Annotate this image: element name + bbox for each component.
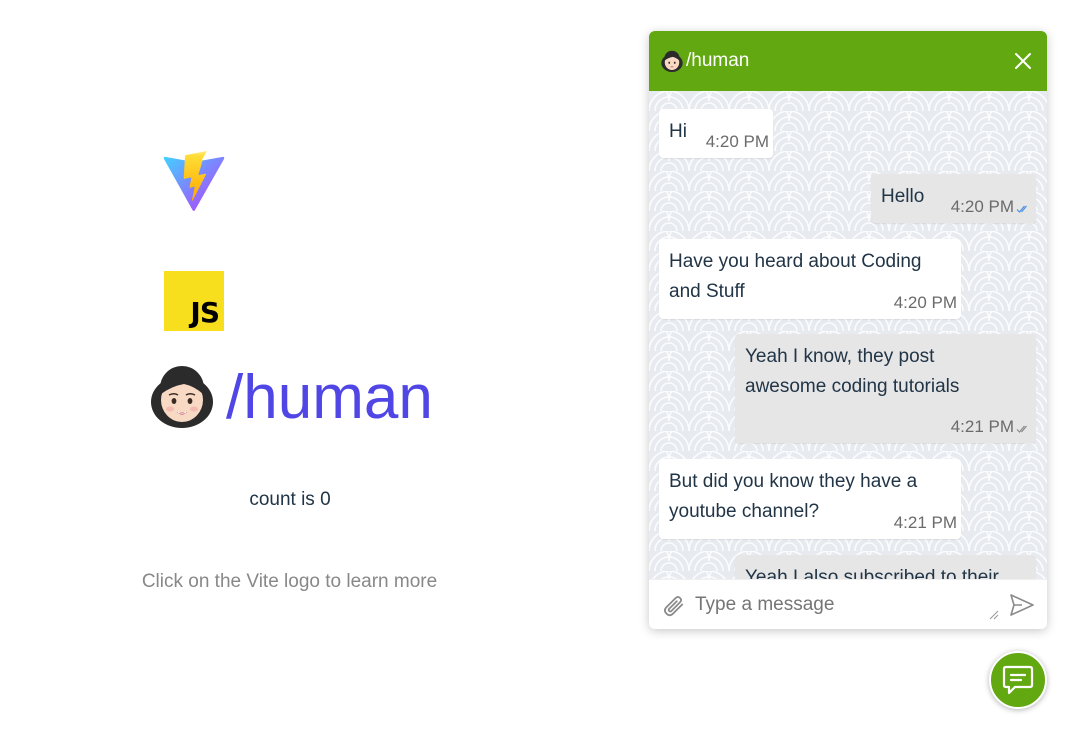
chat-title: /human [686, 50, 750, 71]
delivered-receipt-icon [1016, 425, 1027, 433]
resize-handle-icon[interactable] [989, 610, 999, 620]
message-text-line: Have you heard about Coding [669, 251, 922, 272]
vite-logo-icon[interactable] [163, 150, 225, 212]
message-text: Hello [881, 186, 925, 207]
count-button[interactable]: count is 0 [228, 482, 352, 518]
chat-header: /human [649, 31, 1047, 91]
js-logo-text: JS [190, 296, 220, 329]
message-text: Hi [669, 121, 687, 142]
message-incoming: Hi 4:20 PM [659, 109, 773, 158]
message-incoming: But did you know they have a youtube cha… [659, 459, 961, 539]
attach-button[interactable] [659, 591, 687, 619]
close-icon [1015, 53, 1031, 69]
message-time: 4:20 PM [893, 293, 957, 312]
message-composer [649, 579, 1047, 629]
message-text-line: awesome coding tutorials [745, 376, 960, 397]
message-text-line: Yeah I know, they post [745, 346, 935, 367]
message-text-line: But did you know they have a [669, 471, 918, 492]
message-list[interactable]: Hi 4:20 PM Hello 4:20 PM Have you heard … [649, 91, 1047, 579]
message-incoming: Have you heard about Coding and Stuff 4:… [659, 239, 961, 319]
message-text: Yeah I also subscribed to their [745, 567, 999, 579]
message-time: 4:21 PM [893, 513, 957, 532]
woman-face-icon [661, 50, 683, 72]
message-outgoing: Hello 4:20 PM [871, 174, 1036, 223]
message-time: 4:21 PM [950, 417, 1014, 436]
message-outgoing: Yeah I also subscribed to their [735, 555, 1036, 579]
hint-text: Click on the Vite logo to learn more [141, 571, 438, 592]
close-button[interactable] [1005, 43, 1041, 79]
message-time: 4:20 PM [705, 132, 769, 151]
message-outgoing: Yeah I know, they post awesome coding tu… [735, 334, 1036, 443]
chat-launcher-button[interactable] [989, 651, 1047, 709]
paperclip-icon [664, 595, 684, 616]
page-title: /human [226, 363, 433, 432]
page: JS /human count is 0 Click on the Vite l… [0, 0, 1067, 729]
message-input[interactable] [687, 584, 989, 625]
woman-face-icon [151, 366, 213, 428]
message-time: 4:20 PM [950, 197, 1014, 216]
chat-window: /human Hi 4:20 PM Hello 4:20 PM Have you… [649, 31, 1047, 629]
send-button[interactable] [1007, 590, 1037, 620]
chat-bubble-icon [1002, 665, 1034, 695]
send-icon [1010, 593, 1034, 616]
read-receipt-icon [1016, 205, 1027, 213]
javascript-logo-icon[interactable]: JS [164, 271, 224, 331]
